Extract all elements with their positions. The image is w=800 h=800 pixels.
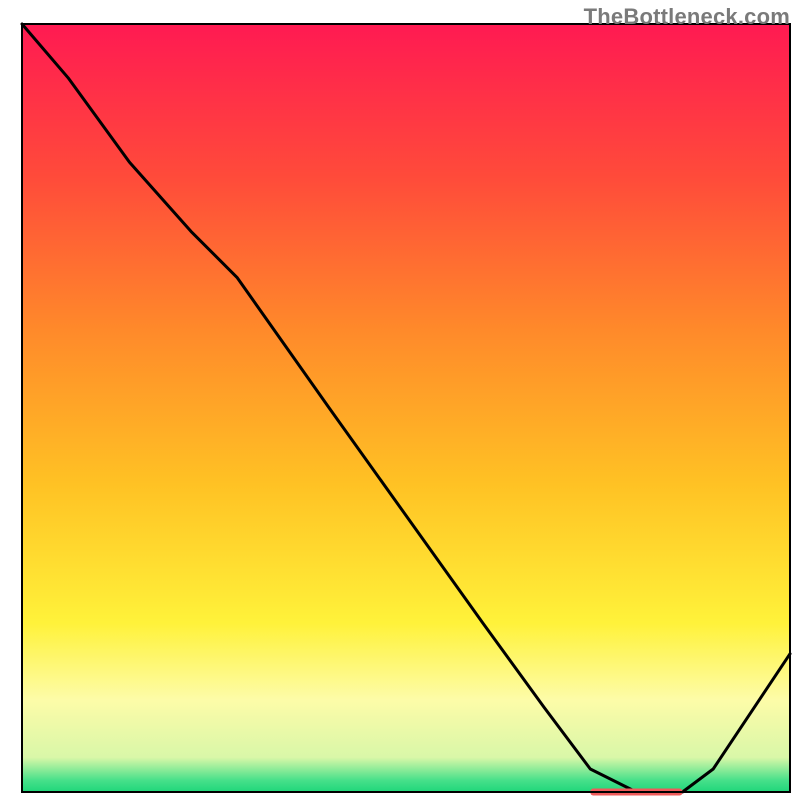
- plot-background: [22, 24, 790, 792]
- chart-stage: TheBottleneck.com: [0, 0, 800, 800]
- watermark-text: TheBottleneck.com: [584, 4, 790, 30]
- bottleneck-chart: [0, 0, 800, 800]
